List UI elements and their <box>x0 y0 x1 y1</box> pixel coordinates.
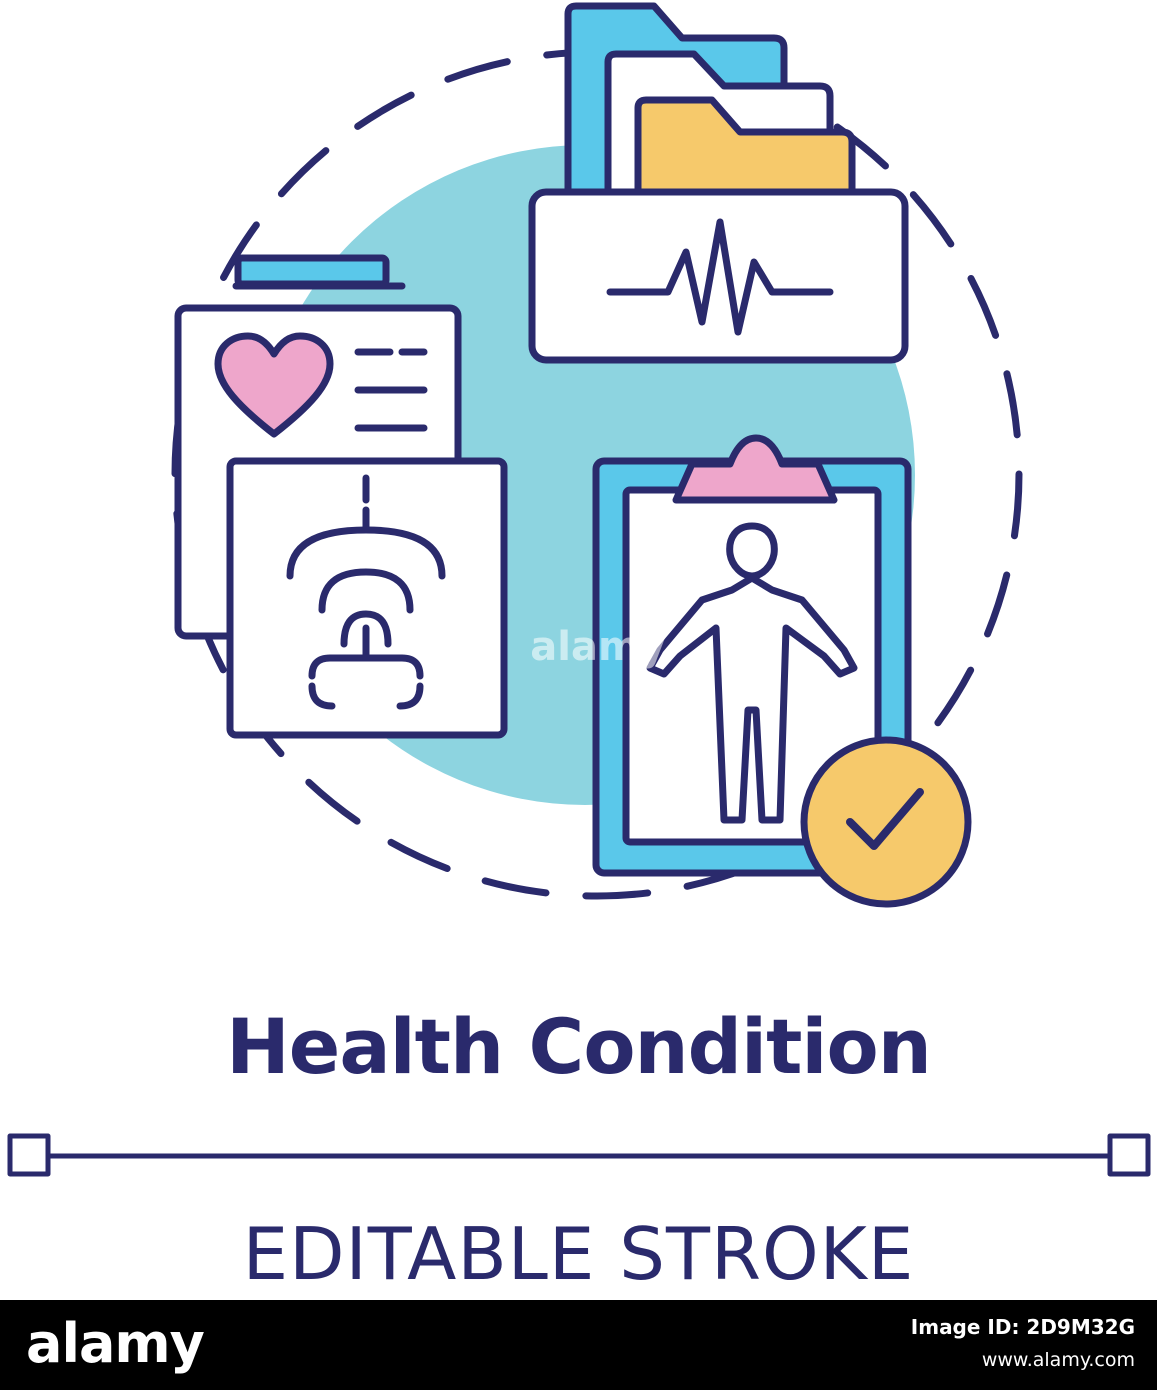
footer-image-id: Image ID: 2D9M32G <box>910 1315 1135 1339</box>
editable-stroke-divider <box>7 1133 1151 1177</box>
medical-folder-icon <box>528 2 909 364</box>
checkmark-icon <box>800 736 972 908</box>
page-title: Health Condition <box>226 1002 932 1091</box>
health-condition-illustration: alamy <box>7 2 1151 1177</box>
page-subtitle: EDITABLE STROKE <box>242 1212 915 1296</box>
footer-url: www.alamy.com <box>981 1349 1135 1371</box>
footer-bar: alamy Image ID: 2D9M32G www.alamy.com <box>0 1300 1157 1390</box>
xray-chest-icon <box>226 457 508 739</box>
watermark-text: alamy <box>530 624 665 670</box>
footer-logo: alamy <box>26 1312 205 1375</box>
